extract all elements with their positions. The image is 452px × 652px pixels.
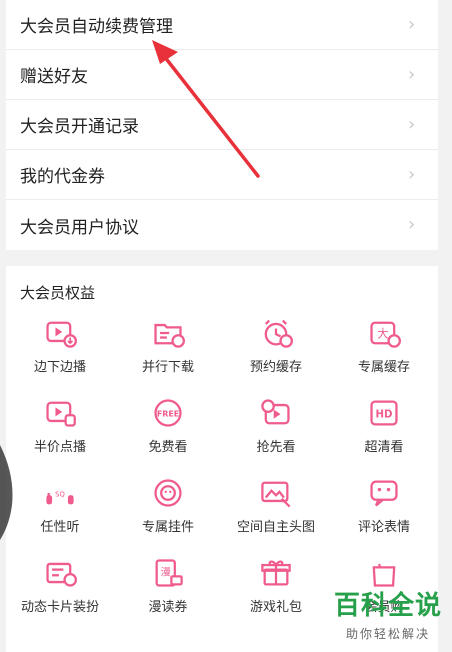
pendant-icon bbox=[154, 479, 182, 507]
menu-item-label: 我的代金券 bbox=[20, 167, 105, 187]
perk-label: 专属缓存 bbox=[357, 360, 410, 375]
perk-label: 空间自主头图 bbox=[236, 520, 315, 535]
perk-label: 漫读券 bbox=[148, 600, 188, 615]
perk-item[interactable]: 专属挂件 bbox=[114, 476, 222, 556]
folder-download-icon bbox=[154, 323, 185, 348]
hd-icon: HD bbox=[370, 400, 398, 426]
perk-label: 评论表情 bbox=[357, 520, 410, 535]
play-download-icon bbox=[46, 321, 77, 348]
perk-item[interactable]: 并行下载 bbox=[114, 316, 222, 396]
perk-label: 超清看 bbox=[364, 440, 404, 455]
perk-label: 动态卡片装扮 bbox=[20, 600, 99, 615]
perk-item[interactable]: 半价点播 bbox=[6, 396, 114, 476]
svg-text:SQ: SQ bbox=[55, 490, 65, 498]
watermark-logo: 百科全说 助你轻松解决 bbox=[334, 591, 442, 642]
chevron-right-icon: › bbox=[408, 113, 416, 135]
perk-item[interactable]: SQ 任性听 bbox=[6, 476, 114, 556]
watermark-subtitle: 助你轻松解决 bbox=[345, 627, 430, 641]
svg-text:大: 大 bbox=[377, 327, 388, 341]
perk-label: 并行下载 bbox=[141, 360, 194, 375]
perk-item[interactable]: 边下边播 bbox=[6, 316, 114, 396]
menu-item-label: 大会员开通记录 bbox=[20, 117, 139, 137]
card-decoration-icon bbox=[46, 562, 77, 587]
perk-item[interactable]: FREE 免费看 bbox=[114, 396, 222, 476]
headphones-icon: SQ bbox=[46, 490, 74, 505]
free-badge-icon: FREE bbox=[154, 399, 182, 427]
perk-item[interactable]: 预约缓存 bbox=[222, 316, 330, 396]
comic-ticket-icon: 漫 bbox=[155, 559, 183, 587]
chevron-right-icon: › bbox=[408, 63, 416, 85]
perk-label: 边下边播 bbox=[33, 360, 86, 375]
chevron-right-icon: › bbox=[408, 13, 416, 35]
menu-item-vouchers[interactable]: 我的代金券 › bbox=[6, 150, 438, 200]
half-price-play-icon bbox=[46, 401, 76, 427]
emoji-bubble-icon bbox=[370, 480, 398, 507]
perk-label: 预约缓存 bbox=[249, 360, 302, 375]
header-image-icon bbox=[261, 481, 291, 508]
menu-item-purchase-history[interactable]: 大会员开通记录 › bbox=[6, 100, 438, 150]
perk-item[interactable]: 大专属缓存 bbox=[330, 316, 438, 396]
settings-menu: 大会员自动续费管理 › 赠送好友 › 大会员开通记录 › 我的代金券 › 大会员… bbox=[6, 0, 438, 250]
watermark-brand: 百科全说 bbox=[333, 591, 442, 621]
perk-label: 半价点播 bbox=[33, 440, 86, 455]
perk-item[interactable]: 游戏礼包 bbox=[222, 556, 330, 636]
perks-title: 大会员权益 bbox=[20, 284, 96, 302]
exclusive-cache-icon: 大 bbox=[370, 321, 401, 348]
perk-item[interactable]: 评论表情 bbox=[330, 476, 438, 556]
phone-edge-shadow bbox=[0, 445, 13, 540]
menu-item-user-agreement[interactable]: 大会员用户协议 › bbox=[6, 200, 438, 250]
menu-item-label: 大会员用户协议 bbox=[20, 217, 139, 238]
perk-label: 抢先看 bbox=[256, 440, 296, 455]
menu-item-auto-renew[interactable]: 大会员自动续费管理 › bbox=[6, 0, 438, 50]
perk-item[interactable]: HD 超清看 bbox=[330, 396, 438, 476]
perk-label: 游戏礼包 bbox=[249, 600, 302, 615]
svg-text:HD: HD bbox=[376, 410, 393, 421]
menu-item-label: 赠送好友 bbox=[20, 67, 88, 87]
chevron-right-icon: › bbox=[408, 214, 416, 235]
perk-label: 任性听 bbox=[40, 520, 80, 535]
shopping-bag-icon bbox=[372, 563, 396, 587]
early-watch-icon bbox=[261, 399, 290, 425]
game-gift-icon bbox=[261, 560, 291, 586]
menu-item-gift-friend[interactable]: 赠送好友 › bbox=[6, 50, 438, 100]
svg-text:漫: 漫 bbox=[161, 566, 171, 578]
perk-item[interactable]: 动态卡片装扮 bbox=[6, 556, 114, 636]
perk-item[interactable]: 空间自主头图 bbox=[222, 476, 330, 556]
chevron-right-icon: › bbox=[408, 163, 416, 185]
menu-item-label: 大会员自动续费管理 bbox=[20, 17, 173, 37]
perk-item[interactable]: 漫漫读券 bbox=[114, 556, 222, 636]
perk-label: 专属挂件 bbox=[141, 520, 194, 535]
perk-item[interactable]: 抢先看 bbox=[222, 396, 330, 476]
svg-text:FREE: FREE bbox=[157, 409, 179, 418]
alarm-clock-icon bbox=[264, 319, 293, 348]
perk-label: 免费看 bbox=[148, 440, 188, 455]
